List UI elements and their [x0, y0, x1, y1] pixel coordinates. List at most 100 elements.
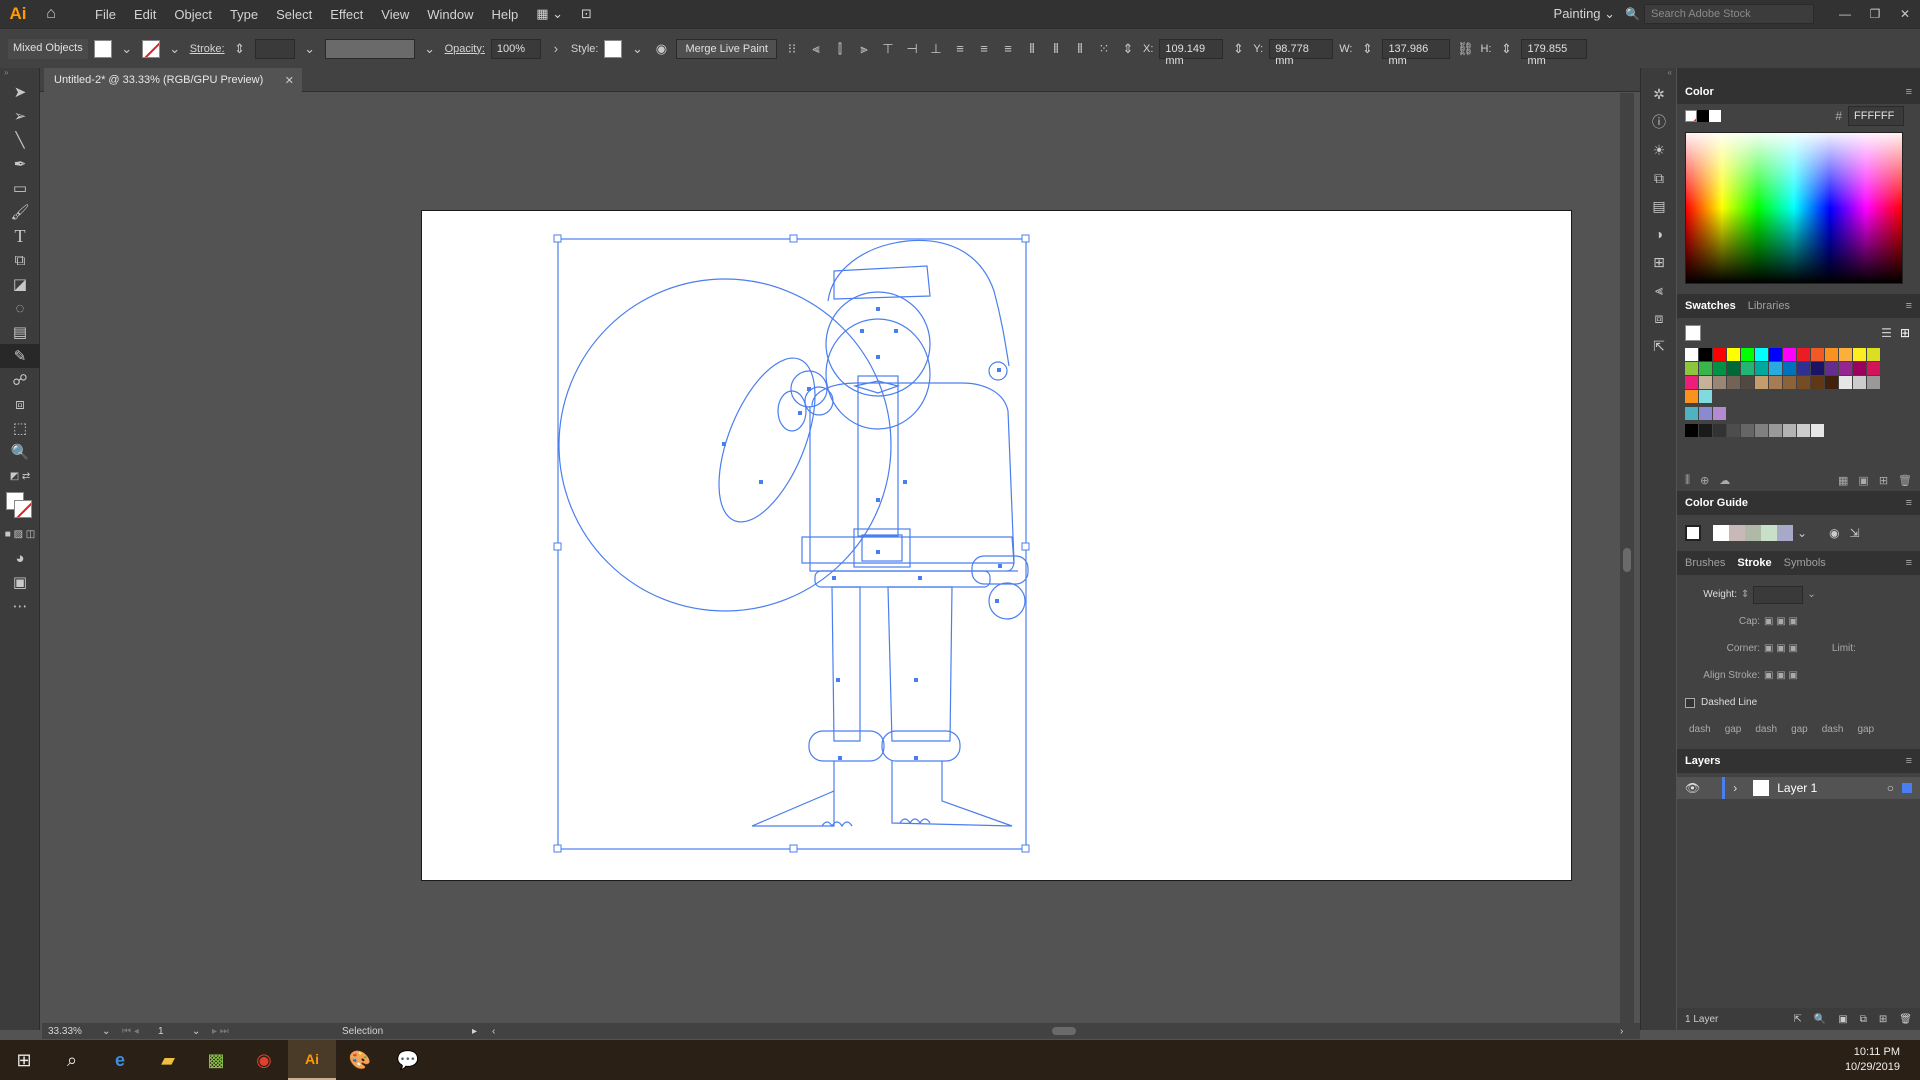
gradient-tool-icon[interactable]: ▤	[0, 320, 40, 344]
target-icon[interactable]: ○	[1887, 781, 1894, 795]
align-to-icon[interactable]: ⁝⁝	[783, 41, 801, 57]
gray-swatch-chip[interactable]	[1699, 424, 1712, 437]
swatch-chip[interactable]	[1853, 348, 1866, 361]
swatch-chip[interactable]	[1685, 390, 1698, 403]
swatch-chip[interactable]	[1769, 348, 1782, 361]
edge-browser-icon[interactable]: e	[96, 1040, 144, 1080]
zoom-dropdown-icon[interactable]: ⌄	[102, 1026, 122, 1037]
group-swatch-chip[interactable]	[1685, 407, 1698, 420]
clipping-mask-icon[interactable]: ▣	[1838, 1014, 1847, 1025]
scroll-left-icon[interactable]: ‹	[492, 1026, 512, 1037]
swatch-options-icon[interactable]: ▦	[1838, 474, 1848, 487]
gradient-panel-icon[interactable]: ▤	[1641, 192, 1677, 220]
color-guide-header[interactable]: Color Guide ≡	[1677, 491, 1920, 515]
swatch-chip[interactable]	[1685, 376, 1698, 389]
swatch-chip[interactable]	[1713, 376, 1726, 389]
gray-swatch-chip[interactable]	[1811, 424, 1824, 437]
swatch-chip[interactable]	[1839, 376, 1852, 389]
opacity-arrow-icon[interactable]: ›	[547, 41, 565, 56]
swatch-chip[interactable]	[1811, 376, 1824, 389]
properties-icon[interactable]: ✲	[1641, 80, 1677, 108]
gray-swatch-chip[interactable]	[1713, 424, 1726, 437]
menu-select[interactable]: Select	[267, 7, 321, 22]
align-right-icon[interactable]: ⫸	[855, 41, 873, 57]
transform-icon[interactable]: ⧉	[1641, 164, 1677, 192]
color-panel-header[interactable]: Color ≡	[1677, 80, 1920, 104]
swatch-chip[interactable]	[1755, 376, 1768, 389]
document-tab[interactable]: Untitled-2* @ 33.33% (RGB/GPU Preview) ✕	[44, 68, 302, 92]
transparency-icon[interactable]: ◑	[1641, 220, 1677, 248]
harmony-chip[interactable]	[1713, 525, 1729, 541]
swatch-chip[interactable]	[1713, 348, 1726, 361]
color-guide-title[interactable]: Color Guide	[1685, 497, 1748, 509]
tab-symbols[interactable]: Symbols	[1784, 557, 1826, 569]
swatch-chip[interactable]	[1727, 348, 1740, 361]
hex-input[interactable]: FFFFFF	[1848, 106, 1904, 126]
distribute-bottom-icon[interactable]: ≡	[999, 41, 1017, 56]
drawing-mode-icon[interactable]: ◕	[0, 546, 40, 570]
menu-view[interactable]: View	[372, 7, 418, 22]
distribute-hcenter-icon[interactable]: ⦀	[1047, 41, 1065, 57]
opacity-field[interactable]: 100%	[490, 38, 541, 59]
layer-row[interactable]: 👁 › Layer 1 ○	[1677, 777, 1920, 799]
none-color-icon[interactable]	[1685, 110, 1697, 122]
profile-dropdown-icon[interactable]: ⌄	[421, 41, 439, 57]
stroke-stepper-icon[interactable]: ⇕	[231, 41, 249, 57]
home-icon[interactable]: ⌂	[36, 5, 66, 23]
first-artboard-icon[interactable]: ⏮ ◂	[122, 1026, 152, 1037]
menu-type[interactable]: Type	[221, 7, 267, 22]
artboard-dropdown-icon[interactable]: ⌄	[192, 1026, 212, 1037]
color-panel-menu-icon[interactable]: ≡	[1906, 86, 1912, 98]
variable-width-profile[interactable]	[324, 38, 415, 59]
shape-builder-tool-icon[interactable]: ⧈	[0, 392, 40, 416]
edit-colors-icon[interactable]: ◉	[1829, 526, 1839, 540]
close-icon[interactable]: ✕	[1890, 7, 1920, 21]
pathfinder-icon[interactable]: ⧈	[1641, 304, 1677, 332]
gray-swatch-chip[interactable]	[1741, 424, 1754, 437]
x-stepper-icon[interactable]: ⇕	[1119, 41, 1137, 57]
swatch-chip[interactable]	[1853, 362, 1866, 375]
harmony-swatches[interactable]	[1713, 525, 1793, 541]
tab-stroke[interactable]: Stroke	[1737, 557, 1771, 569]
artboard[interactable]	[421, 210, 1572, 881]
system-clock[interactable]: 10:11 PM 10/29/2019	[1845, 1045, 1900, 1075]
collapse-toolbar-icon[interactable]: »	[0, 68, 39, 80]
artboard-tool-icon[interactable]: ⬚	[0, 416, 40, 440]
menu-help[interactable]: Help	[482, 7, 527, 22]
gray-swatch-chip[interactable]	[1797, 424, 1810, 437]
swatch-chip[interactable]	[1867, 376, 1880, 389]
lasso-tool-icon[interactable]: ◌	[0, 296, 40, 320]
dashed-line-checkbox[interactable]	[1685, 697, 1695, 708]
appearance-icon[interactable]: ☀	[1641, 136, 1677, 164]
swatch-chip[interactable]	[1741, 362, 1754, 375]
constrain-proportions-icon[interactable]: ⛓	[1456, 41, 1474, 57]
workspace-switcher[interactable]: Painting ⌄	[1544, 6, 1626, 22]
delete-layer-icon[interactable]: 🗑	[1899, 1014, 1912, 1025]
align-panel-icon[interactable]: ⫷	[1641, 276, 1677, 304]
swatch-chip[interactable]	[1783, 376, 1796, 389]
swatch-chip[interactable]	[1741, 348, 1754, 361]
swatch-chip[interactable]	[1867, 362, 1880, 375]
export-icon[interactable]: ⇱	[1641, 332, 1677, 360]
gray-swatch-chip[interactable]	[1685, 424, 1698, 437]
fill-stroke-widget[interactable]	[0, 488, 40, 522]
white-color-icon[interactable]	[1709, 110, 1721, 122]
group-swatch-chip[interactable]	[1699, 407, 1712, 420]
swatch-chip[interactable]	[1755, 362, 1768, 375]
wechat-icon[interactable]: 💬	[384, 1040, 432, 1080]
recolor-artwork-icon[interactable]: ◉	[652, 41, 670, 57]
group-swatch-chip[interactable]	[1713, 407, 1726, 420]
restore-icon[interactable]: ❐	[1860, 7, 1890, 21]
cc-libraries-icon[interactable]: ☁	[1719, 474, 1730, 487]
arrange-documents-icon[interactable]: ▦ ⌄	[527, 6, 572, 22]
y-field[interactable]: 98.778 mm	[1269, 38, 1334, 67]
stroke-dropdown-icon[interactable]: ⌄	[166, 41, 184, 57]
pen-tool-icon[interactable]: ✒	[0, 152, 40, 176]
swatch-chip[interactable]	[1839, 362, 1852, 375]
layers-panel-header[interactable]: Layers ≡	[1677, 749, 1920, 773]
file-explorer-icon[interactable]: ▰	[144, 1040, 192, 1080]
swatch-chip[interactable]	[1741, 376, 1754, 389]
swatch-chip[interactable]	[1699, 362, 1712, 375]
harmony-chip[interactable]	[1777, 525, 1793, 541]
swatch-chip[interactable]	[1825, 348, 1838, 361]
